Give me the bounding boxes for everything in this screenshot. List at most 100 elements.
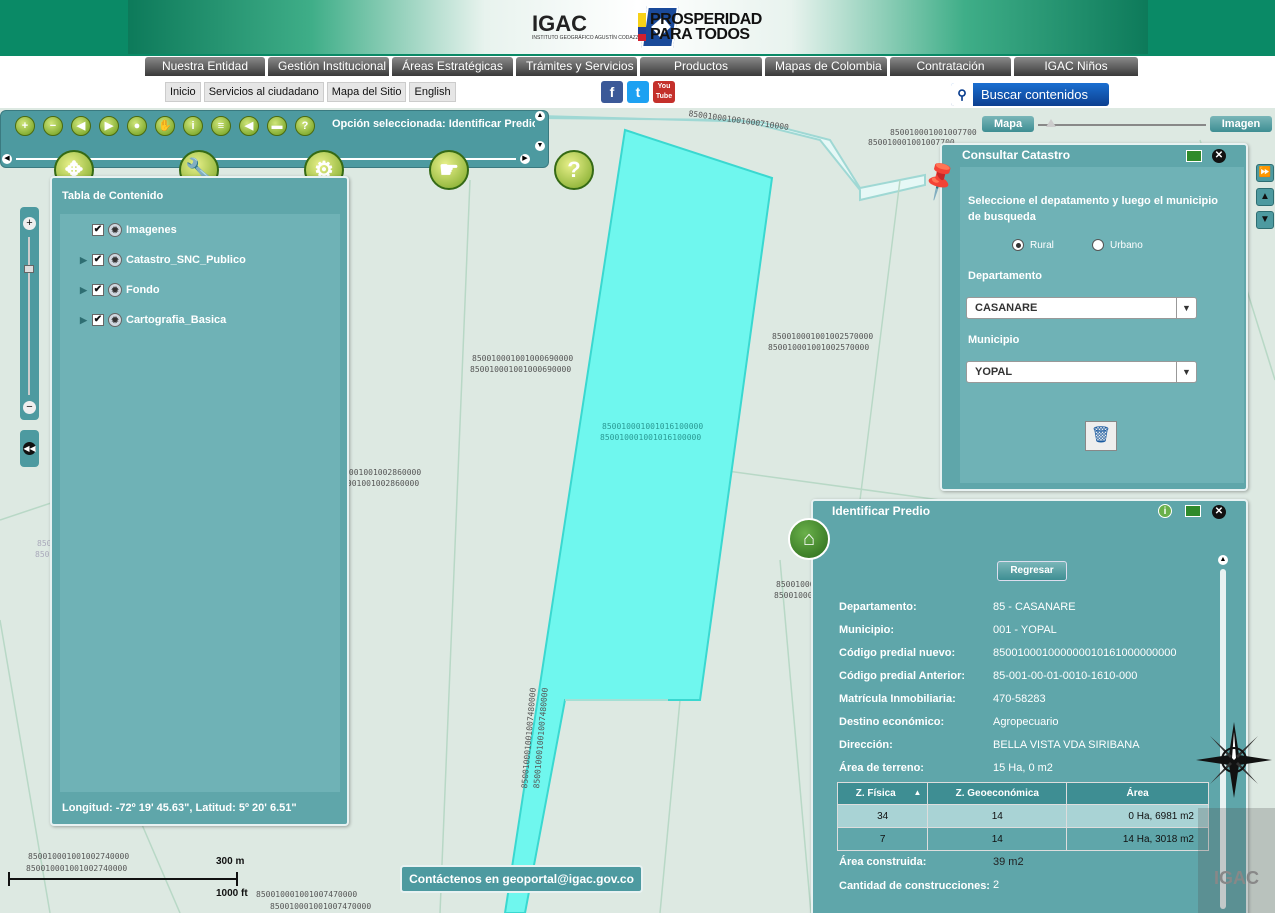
col-header-area[interactable]: Área <box>1066 782 1209 805</box>
selected-parcel[interactable] <box>503 128 774 913</box>
field-value: 470-58283 <box>993 693 1046 705</box>
chevron-down-icon[interactable]: ▼ <box>1176 298 1196 318</box>
search-label: Buscar contenidos <box>981 87 1088 102</box>
toolbar-scroll[interactable]: ▲ ▼ <box>535 111 546 151</box>
table-row[interactable]: 34 14 0 Ha, 6981 m2 <box>836 804 1209 828</box>
youtube-icon[interactable]: You Tube <box>653 81 675 103</box>
layer-checkbox[interactable]: ✔ <box>92 284 104 296</box>
scroll-right-icon[interactable]: ▶ <box>520 154 530 164</box>
layer-item-cartografia[interactable]: ▶ ✔ ✹ Cartografia_Basica <box>80 313 226 327</box>
chevron-down-icon[interactable]: ▼ <box>1176 362 1196 382</box>
pan-down-icon[interactable]: ▼ <box>1256 211 1274 229</box>
mun-select[interactable]: YOPAL ▼ <box>966 361 1197 383</box>
field-key: Código predial Anterior: <box>839 670 966 682</box>
subnav-inicio[interactable]: Inicio <box>165 82 201 102</box>
subnav-servicios[interactable]: Servicios al ciudadano <box>203 82 324 102</box>
facebook-icon[interactable]: f <box>601 81 623 103</box>
subnav-mapa-sitio[interactable]: Mapa del Sitio <box>326 82 407 102</box>
close-icon[interactable]: ✕ <box>1212 149 1226 163</box>
layer-settings-icon[interactable]: ✹ <box>108 253 122 267</box>
layer-checkbox[interactable]: ✔ <box>92 314 104 326</box>
field-row: Área construida: 39 m2 <box>839 856 1024 868</box>
radio-rural[interactable]: Rural <box>1012 239 1054 251</box>
previous-extent-icon[interactable]: ◀ <box>71 116 91 136</box>
nav-mapas-colombia[interactable]: Mapas de Colombia <box>765 57 887 76</box>
layer-item-imagenes[interactable]: ✔ ✹ Imagenes <box>80 223 177 237</box>
radio-dot[interactable] <box>1012 239 1024 251</box>
expand-arrow-icon[interactable]: ▶ <box>80 255 88 266</box>
col-header-zgeo[interactable]: Z. Geoeconómica <box>927 782 1068 805</box>
colombia-flag-icon <box>638 13 646 41</box>
maximize-icon[interactable] <box>1186 150 1202 162</box>
contact-email-link[interactable]: Contáctenos en geoportal@igac.gov.co <box>400 865 643 893</box>
zoom-in-tool-icon[interactable]: + <box>15 116 35 136</box>
layer-settings-icon[interactable]: ✹ <box>108 283 122 297</box>
subnav-english[interactable]: English <box>409 82 456 102</box>
clear-trash-icon[interactable]: 🗑 <box>1085 421 1117 451</box>
field-value: 85-001-00-01-0010-1610-000 <box>993 670 1138 682</box>
zoom-track[interactable] <box>28 237 30 395</box>
nav-nuestra-entidad[interactable]: Nuestra Entidad <box>145 57 265 76</box>
scroll-left-icon[interactable]: ◀ <box>2 154 12 164</box>
pan-up-icon[interactable]: ▲ <box>1256 188 1274 206</box>
site-header: IGAC INSTITUTO GEOGRÁFICO AGUSTÍN CODAZZ… <box>0 0 1275 56</box>
table-row[interactable]: 7 14 14 Ha, 3018 m2 <box>836 827 1209 851</box>
header-banner: IGAC INSTITUTO GEOGRÁFICO AGUSTÍN CODAZZ… <box>128 0 1148 54</box>
col-header-zfisica[interactable]: Z. Física ▲ <box>836 782 929 805</box>
close-icon[interactable]: ✕ <box>1212 505 1226 519</box>
scroll-down-icon[interactable]: ▼ <box>535 141 545 151</box>
radio-urbano[interactable]: Urbano <box>1092 239 1143 251</box>
radio-dot[interactable] <box>1092 239 1104 251</box>
layer-item-catastro[interactable]: ▶ ✔ ✹ Catastro_SNC_Publico <box>80 253 246 267</box>
layer-settings-icon[interactable]: ✹ <box>108 223 122 237</box>
layer-checkbox[interactable]: ✔ <box>92 224 104 236</box>
slider-handle[interactable] <box>1046 119 1056 127</box>
sort-up-icon[interactable]: ▲ <box>913 788 921 797</box>
layer-item-fondo[interactable]: ▶ ✔ ✹ Fondo <box>80 283 160 297</box>
scale-line <box>8 872 238 886</box>
layer-settings-icon[interactable]: ✹ <box>108 313 122 327</box>
nav-productos[interactable]: Productos <box>640 57 762 76</box>
back-icon[interactable]: ◀ <box>239 116 259 136</box>
layer-checkbox[interactable]: ✔ <box>92 254 104 266</box>
collapse-panel-button[interactable]: ◀◀ <box>20 430 39 467</box>
zoom-out-icon[interactable]: − <box>23 401 36 414</box>
nav-areas-estrategicas[interactable]: Áreas Estratégicas <box>392 57 513 76</box>
expand-arrow-icon[interactable]: ▶ <box>80 285 88 296</box>
expand-arrow-icon[interactable]: ▶ <box>80 315 88 326</box>
scroll-up-icon[interactable]: ▲ <box>1218 555 1228 565</box>
nav-contratacion[interactable]: Contratación <box>890 57 1011 76</box>
help-icon[interactable]: ? <box>554 150 594 190</box>
search-button[interactable]: ⚲ Buscar contenidos <box>951 83 1109 106</box>
nav-gestion-institucional[interactable]: Gestión Institucional <box>268 57 389 76</box>
rewind-icon: ◀◀ <box>23 442 36 455</box>
measure-icon[interactable]: ▬ <box>267 116 287 136</box>
next-extent-icon[interactable]: ▶ <box>99 116 119 136</box>
zoom-handle[interactable] <box>24 265 34 273</box>
regresar-button[interactable]: Regresar <box>997 561 1067 581</box>
zoom-in-icon[interactable]: + <box>23 217 36 230</box>
map-basemap-button[interactable]: Mapa <box>982 116 1034 132</box>
field-key: Departamento: <box>839 601 917 613</box>
zoom-out-tool-icon[interactable]: − <box>43 116 63 136</box>
info-icon[interactable]: i <box>1158 504 1172 518</box>
table-of-contents-panel: Tabla de Contenido ✔ ✹ Imagenes ▶ ✔ ✹ Ca… <box>50 176 349 826</box>
list-icon[interactable]: ≡ <box>211 116 231 136</box>
basemap-slider[interactable] <box>1038 124 1206 126</box>
dept-select[interactable]: CASANARE ▼ <box>966 297 1197 319</box>
pan-hand-icon[interactable]: ✋ <box>155 116 175 136</box>
pan-right-icon[interactable]: ⏩ <box>1256 164 1274 182</box>
full-extent-icon[interactable]: ● <box>127 116 147 136</box>
identificar-content: Regresar Departamento: 85 - CASANARE Muni… <box>823 523 1231 913</box>
nav-tramites-servicios[interactable]: Trámites y Servicios <box>516 57 637 76</box>
image-basemap-button[interactable]: Imagen <box>1210 116 1272 132</box>
help-tool-icon[interactable]: ? <box>295 116 315 136</box>
parcel-label: 850010001001016100000 <box>600 433 702 442</box>
globe-hand-icon[interactable]: ☛ <box>429 150 469 190</box>
scroll-up-icon[interactable]: ▲ <box>535 111 545 121</box>
maximize-icon[interactable] <box>1185 505 1201 517</box>
nav-igac-ninos[interactable]: IGAC Niños <box>1014 57 1138 76</box>
home-icon[interactable]: ⌂ <box>788 518 830 560</box>
twitter-icon[interactable]: t <box>627 81 649 103</box>
identify-info-icon[interactable]: i <box>183 116 203 136</box>
